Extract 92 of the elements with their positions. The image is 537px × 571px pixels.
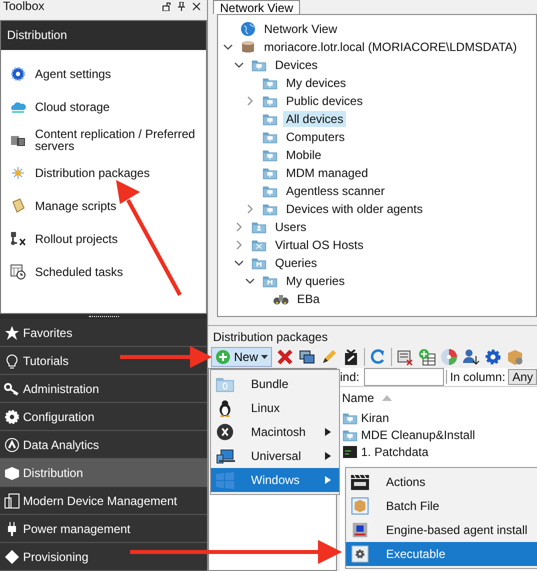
sort-ascending-icon (382, 395, 392, 401)
folder-icon (215, 375, 235, 393)
database-icon (240, 39, 256, 55)
package-name[interactable]: 1. Patchdata (361, 444, 428, 458)
plus-icon (215, 349, 231, 365)
menu-item[interactable]: Engine-based agent install (346, 518, 537, 542)
devices-icon (4, 492, 20, 508)
tree-item[interactable]: My devices (283, 75, 350, 91)
calendar-icon (10, 264, 26, 280)
nav-button[interactable]: Power management (0, 515, 207, 543)
rollout-icon (10, 231, 26, 248)
column-header[interactable]: Name (342, 391, 374, 405)
panel-title: Distribution packages (212, 329, 329, 346)
gear-icon (10, 66, 26, 82)
provisioning-icon (4, 548, 20, 564)
nav-button[interactable]: Tutorials (0, 347, 207, 375)
package-name[interactable]: Kiran (361, 410, 390, 424)
disc-icon[interactable] (440, 348, 458, 366)
gear-icon (4, 408, 20, 424)
nav-button[interactable]: Provisioning (0, 543, 207, 571)
scroll-icon (10, 198, 26, 214)
menu-item[interactable]: Actions (346, 470, 537, 494)
toolbox-item[interactable]: Agent settings (35, 68, 112, 80)
new-button[interactable]: New (211, 347, 272, 367)
nav-button[interactable]: Data Analytics (0, 431, 207, 459)
gear-icon[interactable] (484, 348, 502, 366)
splitter-grip[interactable] (88, 316, 118, 318)
tree-item[interactable]: All devices (283, 111, 346, 127)
package-icon (350, 497, 370, 515)
tree-item[interactable]: Public devices (283, 93, 366, 109)
caret-icon (261, 355, 268, 359)
nav-button[interactable]: Favorites (0, 319, 207, 347)
panel-title: Toolbox (3, 0, 46, 14)
nav-button[interactable]: Modern Device Management (0, 487, 207, 515)
find-field[interactable] (364, 368, 444, 386)
delete-icon[interactable] (276, 348, 294, 366)
user-download-icon[interactable] (462, 348, 480, 366)
pin-icon[interactable] (177, 2, 186, 12)
tree-item[interactable]: Devices (272, 57, 321, 73)
tree-item[interactable]: Devices with older agents (283, 201, 426, 217)
package-gear-icon[interactable] (506, 348, 524, 366)
menu-item[interactable]: Windows (211, 468, 339, 492)
tree-item[interactable]: moriacore.lotr.local (MORIACORE\LDMSDATA) (261, 39, 520, 55)
installer-icon (350, 521, 370, 539)
lightbulb-icon (4, 352, 20, 368)
menu-item[interactable]: Bundle (211, 372, 339, 396)
box-icon (4, 464, 20, 480)
tree-item[interactable]: Mobile (283, 147, 324, 163)
copy-icon[interactable] (298, 348, 316, 366)
toolbox-item[interactable]: Distribution packages (35, 167, 150, 180)
column-dropdown[interactable]: Any (508, 369, 537, 385)
key-icon (4, 380, 20, 396)
close-icon[interactable] (192, 2, 201, 12)
star-icon (4, 324, 20, 340)
add-table-icon[interactable] (418, 348, 436, 366)
tree-item[interactable]: Computers (283, 129, 348, 145)
lock-icon[interactable] (162, 2, 171, 12)
menu-item[interactable]: Linux (211, 396, 339, 420)
tree-item[interactable]: Users (272, 219, 310, 235)
section-header: Distribution (1, 20, 206, 50)
pencil-icon[interactable] (320, 348, 338, 366)
gear-icon (350, 545, 370, 563)
nav-button[interactable]: Distribution (0, 459, 207, 487)
menu-item[interactable]: Batch File (346, 494, 537, 518)
toolbox-item[interactable]: Rollout projects (35, 233, 118, 246)
menu-item[interactable]: Executable (346, 542, 537, 566)
x-circle-icon (215, 423, 235, 441)
list-delete-icon[interactable] (396, 348, 414, 366)
tree-item[interactable]: Virtual OS Hosts (272, 237, 366, 253)
toolbox-item[interactable]: Manage scripts (35, 200, 116, 212)
windows-logo-icon (215, 471, 235, 489)
toolbox-item[interactable]: Content replication / Preferred servers (35, 128, 200, 152)
terminal-icon (342, 444, 358, 460)
tree-item[interactable]: Network View (261, 21, 340, 37)
clapperboard-icon (350, 473, 370, 491)
menu-item[interactable]: Universal (211, 444, 339, 468)
tree-item[interactable]: Queries (272, 255, 320, 271)
tree-item[interactable]: Agentless scanner (283, 183, 388, 199)
package-name[interactable]: MDE Cleanup&Install (361, 428, 476, 442)
find-label: ind: (340, 370, 360, 384)
globe-icon (240, 21, 256, 37)
toolbox-item[interactable]: Cloud storage (35, 101, 110, 114)
nav-button[interactable]: Configuration (0, 403, 207, 431)
view-tab[interactable]: Network View (213, 0, 300, 14)
tree-item[interactable]: EBa (294, 291, 323, 307)
menu-item[interactable]: Macintosh (211, 420, 339, 444)
analytics-icon (4, 436, 20, 452)
tree-item[interactable]: MDM managed (283, 165, 372, 181)
toolbox-item[interactable]: Scheduled tasks (35, 266, 124, 278)
tree-item[interactable]: My queries (283, 273, 348, 289)
nav-button[interactable]: Administration (0, 375, 207, 403)
devices-icon (215, 447, 235, 465)
